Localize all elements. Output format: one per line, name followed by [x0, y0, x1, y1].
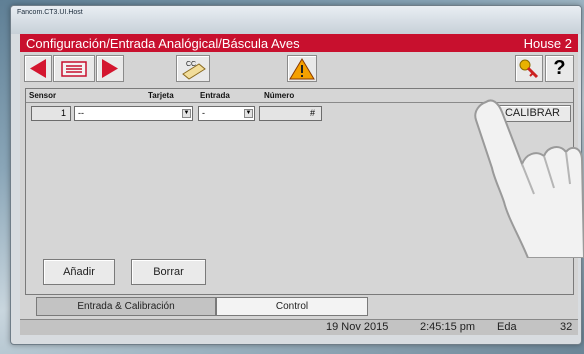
status-date: 19 Nov 2015 — [326, 321, 389, 333]
status-bar: 19 Nov 2015 2:45:15 pm Eda 32 — [20, 319, 578, 335]
status-time: 2:45:15 pm — [420, 321, 476, 333]
window-titlebar: Fancom.CT3.UI.Host — [11, 6, 581, 34]
header-sensor: Sensor — [29, 91, 57, 100]
key-button[interactable] — [515, 55, 543, 82]
tab-entrada-calibracion[interactable]: Entrada & Calibración — [36, 297, 216, 316]
warning-icon — [289, 58, 315, 80]
header-tarjeta: Tarjeta — [148, 91, 174, 100]
add-button[interactable]: Añadir — [43, 259, 115, 285]
list-icon — [61, 61, 87, 77]
header-entrada: Entrada — [200, 91, 230, 100]
menu-list-button[interactable] — [53, 55, 95, 82]
entrada-select[interactable]: - ▼ — [198, 106, 255, 121]
cc-label: CC — [186, 61, 196, 68]
next-button[interactable] — [96, 55, 124, 82]
alarm-button[interactable] — [287, 55, 317, 82]
tarjeta-select[interactable]: -- ▼ — [74, 106, 193, 121]
previous-button[interactable] — [24, 55, 52, 82]
arrow-right-icon — [102, 59, 118, 78]
arrow-left-icon — [30, 59, 46, 78]
chevron-down-icon[interactable]: ▼ — [182, 109, 191, 118]
chevron-down-icon[interactable]: ▼ — [244, 109, 253, 118]
cc-card-button[interactable]: CC — [176, 55, 210, 82]
card-icon: CC — [182, 61, 206, 80]
sensor-number-field[interactable]: 1 — [31, 106, 71, 121]
toolbar: CC ? — [20, 52, 578, 86]
screen-titlebar: Configuración/Entrada Analógical/Báscula… — [20, 34, 578, 52]
page-title: Configuración/Entrada Analógical/Báscula… — [26, 36, 300, 51]
tab-control[interactable]: Control — [216, 297, 368, 316]
entrada-value: - — [202, 108, 205, 118]
status-user: Eda — [497, 321, 517, 333]
window-title: Fancom.CT3.UI.Host — [17, 9, 83, 16]
house-label: House 2 — [523, 36, 572, 51]
pointing-hand-icon — [474, 99, 584, 258]
key-icon — [519, 59, 539, 79]
status-count: 32 — [560, 321, 573, 333]
help-button[interactable]: ? — [545, 55, 574, 82]
header-numero: Número — [264, 91, 295, 100]
delete-button[interactable]: Borrar — [131, 259, 206, 285]
tarjeta-value: -- — [78, 108, 84, 118]
numero-field[interactable]: # — [259, 106, 322, 121]
